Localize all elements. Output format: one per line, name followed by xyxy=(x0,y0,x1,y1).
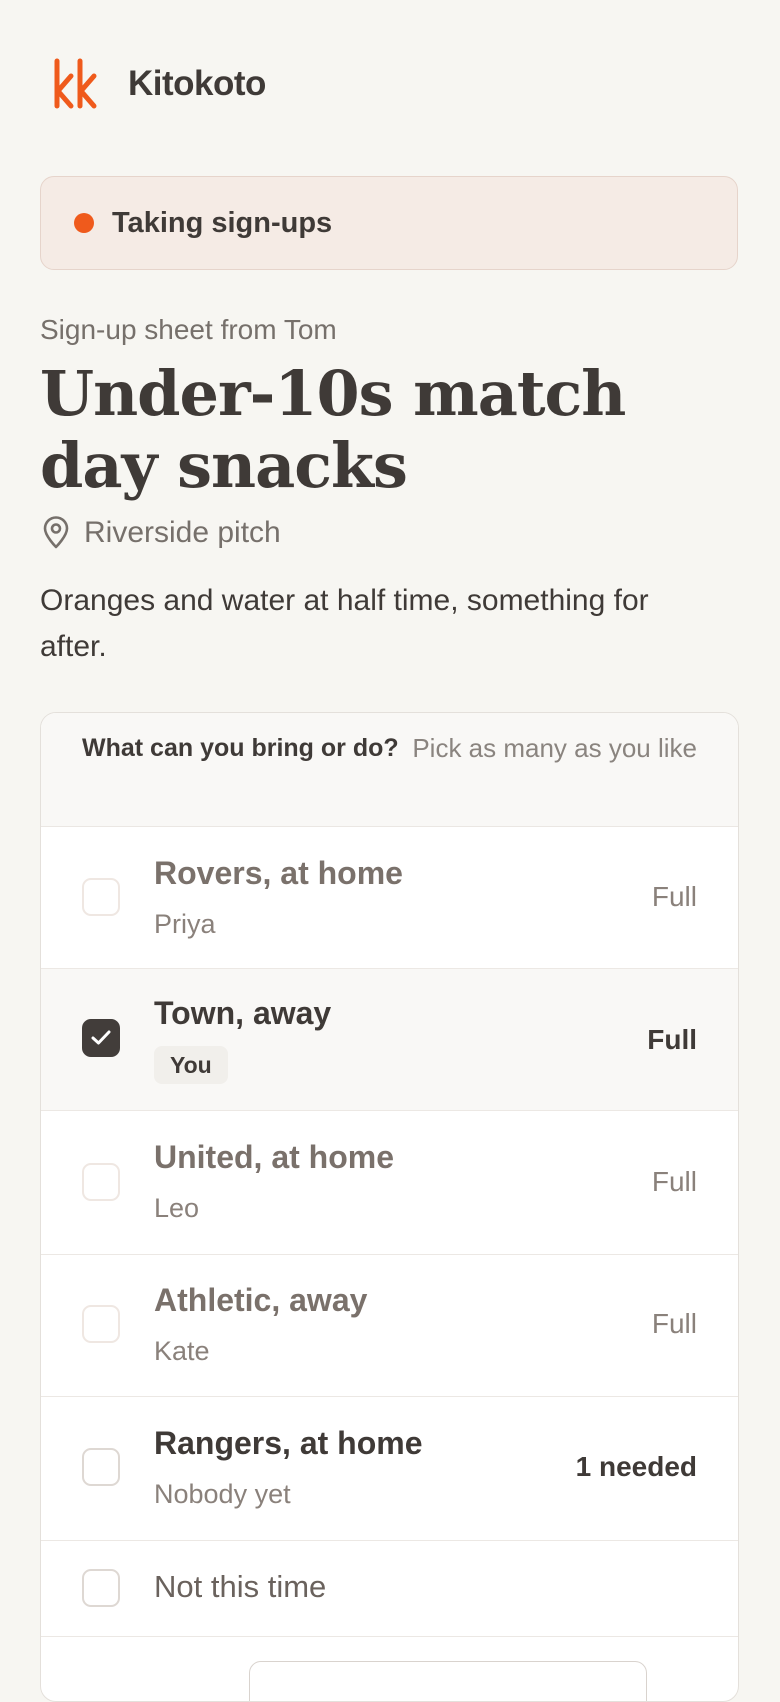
sheet-description: Oranges and water at half time, somethin… xyxy=(40,584,649,663)
slot-checkbox[interactable] xyxy=(82,1163,120,1201)
slot-title: Town, away xyxy=(154,995,332,1031)
slot-row[interactable]: Rangers, at home Nobody yet 1 needed xyxy=(41,1397,738,1541)
slot-title: Athletic, away xyxy=(154,1282,368,1318)
slot-status: Full xyxy=(647,1024,697,1055)
slot-volunteer: Leo xyxy=(154,1193,200,1223)
status-text: Taking sign-ups xyxy=(112,206,333,239)
card-hint: Pick as many as you like xyxy=(412,733,697,763)
slot-row[interactable]: Town, away You Full xyxy=(41,969,738,1111)
location-text: Riverside pitch xyxy=(84,516,281,549)
slot-volunteer: Priya xyxy=(154,909,216,939)
signup-card: What can you bring or do? Pick as many a… xyxy=(40,712,739,1702)
slot-row[interactable]: Rovers, at home Priya Full xyxy=(41,827,738,969)
slot-title: Rovers, at home xyxy=(154,855,403,891)
slot-status: Full xyxy=(651,1308,697,1339)
slot-row[interactable]: Athletic, away Kate Full xyxy=(41,1255,738,1397)
slot-checkbox-checked[interactable] xyxy=(82,1019,120,1057)
status-banner: Taking sign-ups xyxy=(40,176,738,270)
location-pin-icon xyxy=(43,516,69,549)
status-dot xyxy=(74,213,94,233)
card-question: What can you bring or do? xyxy=(82,734,399,762)
slot-status: Full xyxy=(651,1166,697,1197)
page-title: Under-10s match day snacks xyxy=(40,357,626,502)
slot-checkbox[interactable] xyxy=(82,1448,120,1486)
you-badge: You xyxy=(154,1046,228,1084)
kitokoto-logo-icon xyxy=(54,58,97,109)
slot-checkbox[interactable] xyxy=(82,878,120,916)
decline-row[interactable]: Not this time xyxy=(41,1541,738,1637)
slot-row[interactable]: United, at home Leo Full xyxy=(41,1111,738,1255)
slot-status: 1 needed xyxy=(575,1451,697,1482)
app-header: Kitokoto xyxy=(52,58,266,110)
slot-title: United, at home xyxy=(154,1139,395,1175)
card-header: What can you bring or do? Pick as many a… xyxy=(41,713,738,827)
slot-title: Rangers, at home xyxy=(154,1425,423,1461)
app-name: Kitokoto xyxy=(128,64,266,103)
name-input[interactable] xyxy=(249,1661,647,1701)
slot-volunteer: Nobody yet xyxy=(154,1479,291,1509)
location: Riverside pitch xyxy=(40,516,281,550)
check-icon xyxy=(91,1030,111,1045)
slot-volunteer: Kate xyxy=(154,1336,210,1366)
decline-checkbox[interactable] xyxy=(82,1569,120,1607)
decline-label: Not this time xyxy=(154,1569,327,1604)
slot-status: Full xyxy=(651,881,697,912)
sheet-subtitle: Sign-up sheet from Tom xyxy=(40,314,337,345)
slot-checkbox[interactable] xyxy=(82,1305,120,1343)
